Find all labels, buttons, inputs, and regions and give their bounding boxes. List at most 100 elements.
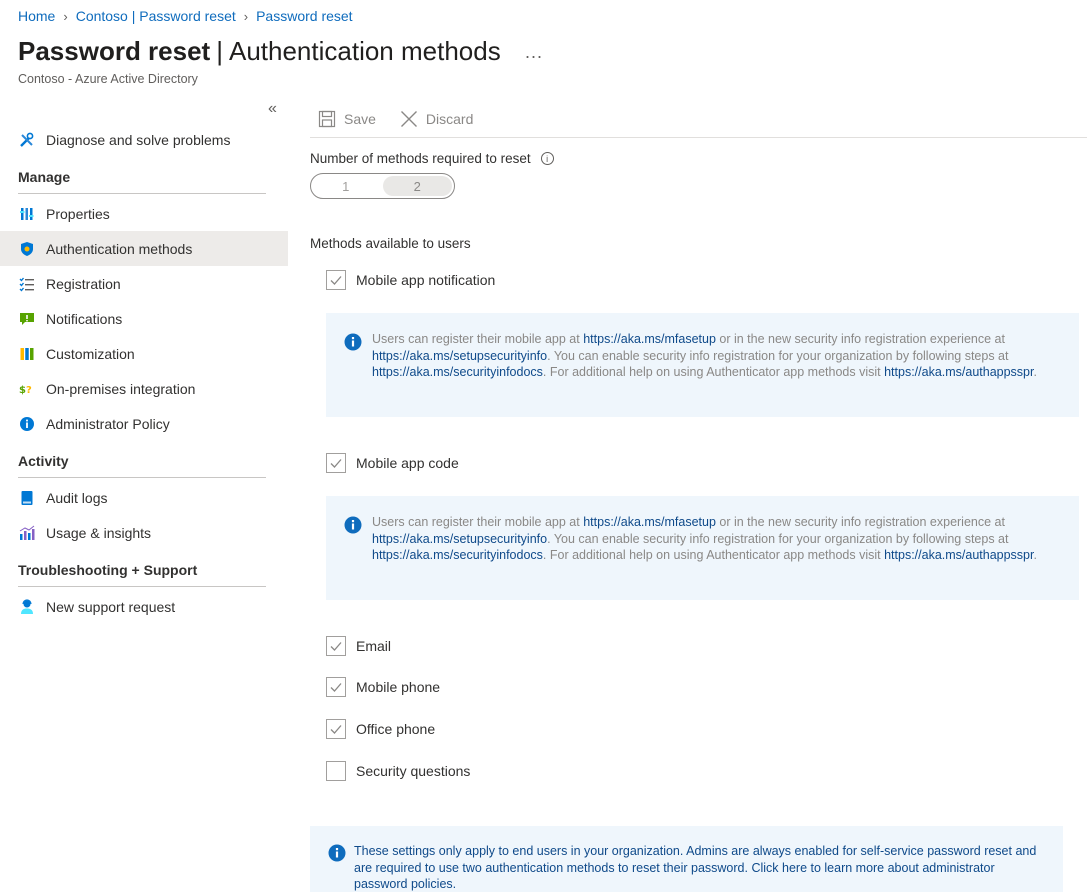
sidebar-item-new-support-request[interactable]: New support request [0, 589, 288, 624]
link-mfasetup[interactable]: https://aka.ms/mfasetup [583, 515, 716, 529]
info-text: . For additional help on using Authentic… [542, 365, 885, 379]
sidebar-item-on-premises-integration[interactable]: $? On-premises integration [0, 371, 288, 406]
info-text: Users can register their mobile app at [372, 332, 584, 346]
checkbox-checked[interactable] [326, 453, 346, 473]
info-text: . You can enable security info registrat… [547, 348, 1009, 363]
link-securityinfodocs[interactable]: https://aka.ms/securityinfodocs [372, 548, 543, 562]
page-title-main: Password reset [18, 36, 211, 66]
info-icon [18, 415, 36, 433]
sidebar-item-label: On-premises integration [46, 380, 196, 397]
info-tooltip-icon[interactable]: i [540, 152, 554, 165]
sidebar-item-label: Audit logs [46, 489, 108, 506]
divider [18, 193, 266, 194]
method-mobile-app-code[interactable]: Mobile app code [326, 453, 459, 473]
info-icon [328, 844, 346, 867]
bar-chart-icon [18, 524, 36, 542]
book-icon [18, 489, 36, 507]
sidebar-item-notifications[interactable]: Notifications [0, 301, 288, 336]
sidebar-item-properties[interactable]: Properties [0, 196, 288, 231]
link-authappsspr[interactable]: https://aka.ms/authappsspr [884, 365, 1033, 379]
sidebar-item-usage-insights[interactable]: Usage & insights [0, 515, 288, 550]
checkbox-checked[interactable] [326, 719, 346, 739]
sidebar-item-label: Usage & insights [46, 524, 152, 541]
command-bar: Save Discard [310, 100, 1087, 138]
customization-icon [18, 345, 36, 363]
sidebar-item-audit-logs[interactable]: Audit logs [0, 480, 288, 515]
sidebar-item-administrator-policy[interactable]: Administrator Policy [0, 406, 288, 441]
checkbox-unchecked[interactable] [326, 761, 346, 781]
breadcrumb-contoso-password-reset[interactable]: Contoso | Password reset [76, 8, 236, 24]
info-text: . For additional help on using Authentic… [542, 548, 885, 562]
info-text: . [1033, 365, 1037, 379]
methods-option-1[interactable]: 1 [311, 174, 381, 198]
sidebar-item-label: Properties [46, 205, 110, 222]
link-setupsecurityinfo[interactable]: https://aka.ms/setupsecurityinfo [372, 532, 547, 546]
info-text: or in the new security info registration… [715, 332, 1005, 346]
info-text: . [1033, 548, 1037, 562]
method-label: Office phone [356, 721, 436, 737]
admin-password-policies-link[interactable]: These settings only apply to end users i… [354, 844, 1036, 891]
sidebar-item-authentication-methods[interactable]: Authentication methods [0, 231, 288, 266]
sidebar-item-diagnose[interactable]: Diagnose and solve problems [0, 122, 288, 157]
info-text: Users can register their mobile app at [372, 515, 584, 529]
info-text: . You can enable security info registrat… [547, 531, 1009, 546]
link-setupsecurityinfo[interactable]: https://aka.ms/setupsecurityinfo [372, 349, 547, 363]
info-box-mobile-app-notification: Users can register their mobile app at h… [326, 313, 1079, 417]
section-heading-troubleshooting: Troubleshooting + Support [18, 562, 198, 578]
methods-option-2[interactable]: 2 [382, 176, 452, 196]
info-text: or in the new security info registration… [715, 515, 1005, 529]
link-securityinfodocs[interactable]: https://aka.ms/securityinfodocs [372, 365, 543, 379]
sidebar-item-label: Diagnose and solve problems [46, 131, 231, 148]
checkbox-checked[interactable] [326, 270, 346, 290]
method-email[interactable]: Email [326, 636, 391, 656]
save-button[interactable]: Save [310, 110, 376, 128]
admin-policy-info-box: These settings only apply to end users i… [310, 826, 1063, 892]
page-title: Password reset | Authentication methods [18, 36, 501, 67]
checkbox-checked[interactable] [326, 677, 346, 697]
info-box-mobile-app-code: Users can register their mobile app at h… [326, 496, 1079, 600]
sync-icon: $? [18, 380, 36, 398]
support-person-icon [18, 598, 36, 616]
sidebar-item-label: Customization [46, 345, 135, 362]
more-options-button[interactable]: ... [525, 42, 543, 63]
wrench-icon [18, 131, 36, 149]
notification-icon [18, 310, 36, 328]
method-label: Mobile app code [356, 455, 459, 471]
sidebar-item-label: Administrator Policy [46, 415, 170, 432]
sidebar-item-label: Registration [46, 275, 121, 292]
sidebar-item-label: Notifications [46, 310, 123, 327]
section-heading-activity: Activity [18, 453, 69, 469]
info-icon [344, 516, 362, 539]
sidebar-item-customization[interactable]: Customization [0, 336, 288, 371]
sidebar: Diagnose and solve problems Manage Prope… [0, 122, 288, 624]
sidebar-item-registration[interactable]: Registration [0, 266, 288, 301]
breadcrumb-home[interactable]: Home [18, 8, 55, 24]
method-mobile-app-notification[interactable]: Mobile app notification [326, 270, 495, 290]
close-icon [400, 110, 418, 128]
sidebar-item-label: New support request [46, 598, 176, 615]
checkbox-checked[interactable] [326, 636, 346, 656]
methods-available-label: Methods available to users [310, 236, 471, 251]
properties-icon [18, 205, 36, 223]
save-label: Save [344, 110, 376, 127]
collapse-sidebar-button[interactable]: « [268, 100, 277, 118]
method-security-questions[interactable]: Security questions [326, 761, 470, 781]
breadcrumb-password-reset[interactable]: Password reset [256, 8, 352, 24]
method-office-phone[interactable]: Office phone [326, 719, 435, 739]
page-subtitle: Contoso - Azure Active Directory [18, 72, 198, 86]
title-separator: | [216, 36, 223, 66]
method-label: Mobile phone [356, 679, 441, 695]
sidebar-item-label: Authentication methods [46, 240, 193, 257]
section-heading-manage: Manage [18, 169, 71, 185]
info-icon [344, 333, 362, 356]
link-mfasetup[interactable]: https://aka.ms/mfasetup [583, 332, 716, 346]
shield-icon [18, 240, 36, 258]
method-label: Mobile app notification [356, 272, 496, 288]
method-mobile-phone[interactable]: Mobile phone [326, 677, 440, 697]
chevron-right-icon: › [63, 8, 68, 24]
link-authappsspr[interactable]: https://aka.ms/authappsspr [884, 548, 1033, 562]
svg-text:?: ? [26, 385, 32, 396]
method-label: Email [356, 638, 392, 654]
method-label: Security questions [356, 763, 471, 779]
discard-button[interactable]: Discard [392, 110, 473, 128]
